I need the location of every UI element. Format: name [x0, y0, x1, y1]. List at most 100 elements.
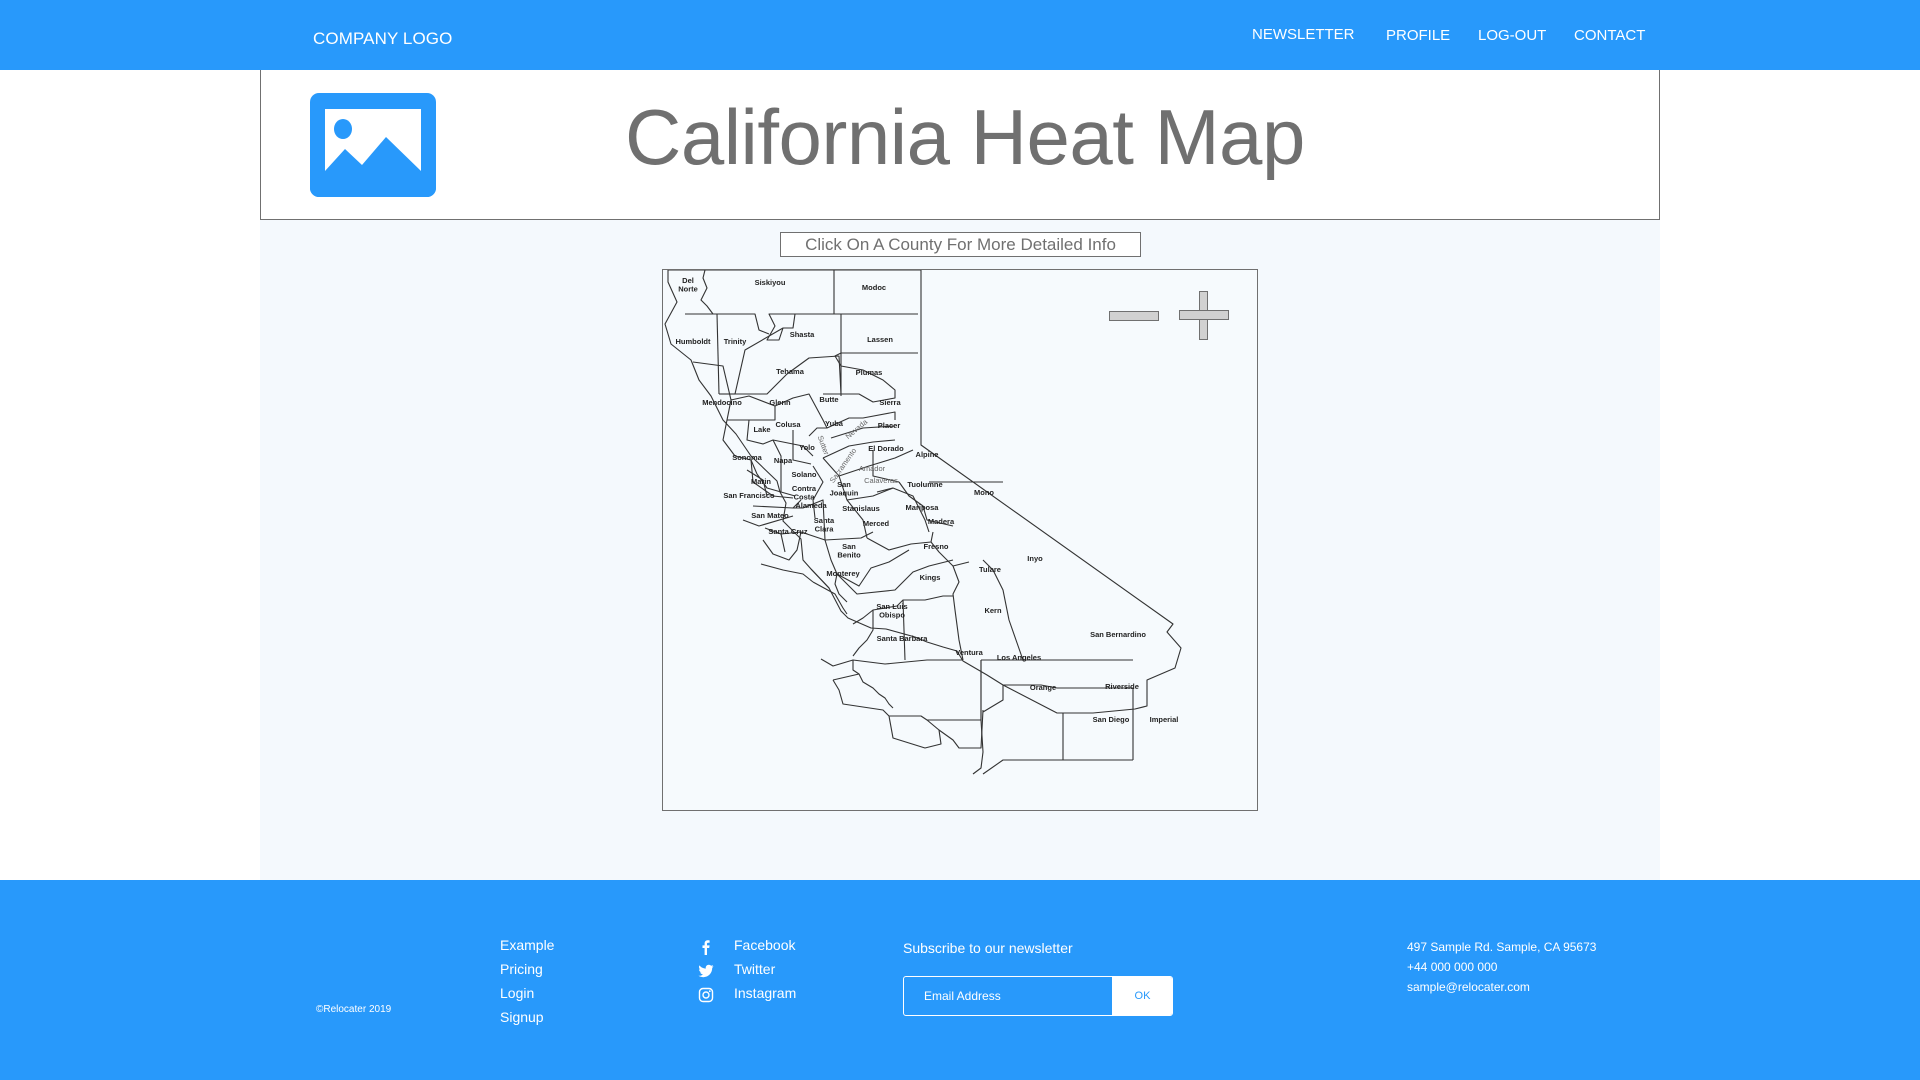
- county-label-tuolumne[interactable]: Tuolumne: [907, 480, 942, 489]
- county-label-lake[interactable]: Lake: [753, 425, 770, 434]
- county-label-santa-clara[interactable]: Santa Clara: [814, 516, 835, 534]
- county-border: [982, 685, 1004, 713]
- county-map-svg[interactable]: Del Norte Siskiyou Modoc Humboldt Trinity Shas…: [663, 270, 1258, 811]
- contact-phone: +44 000 000 000: [1407, 960, 1498, 974]
- county-label-santa-cruz[interactable]: Santa Cruz: [768, 527, 807, 536]
- county-label-sonoma[interactable]: Sonoma: [732, 453, 762, 462]
- footer-link-pricing[interactable]: Pricing: [500, 961, 543, 977]
- county-label-butte[interactable]: Butte: [819, 395, 838, 404]
- california-county-map[interactable]: Del Norte Siskiyou Modoc Humboldt Trinity Shas…: [662, 269, 1258, 811]
- county-label-contra-costa[interactable]: Contra Costa: [792, 484, 817, 502]
- footer-link-login[interactable]: Login: [500, 985, 534, 1001]
- county-label-alpine[interactable]: Alpine: [916, 450, 939, 459]
- county-label-sacramento[interactable]: Sacramento: [828, 446, 859, 484]
- county-label-calaveras[interactable]: Calaveras: [864, 476, 898, 485]
- county-label-yolo[interactable]: Yolo: [799, 443, 815, 452]
- county-label-mendocino[interactable]: Mendocino: [702, 398, 742, 407]
- zoom-in-button[interactable]: [1179, 291, 1229, 340]
- contact-address: 497 Sample Rd. Sample, CA 95673: [1407, 940, 1597, 954]
- zoom-out-button[interactable]: [1109, 311, 1159, 321]
- county-label-mariposa[interactable]: Mariposa: [906, 503, 940, 512]
- county-label-del-norte[interactable]: Del Norte: [678, 276, 698, 294]
- image-placeholder-icon: [310, 93, 436, 197]
- county-label-santa-barbara[interactable]: Santa Barbara: [877, 634, 929, 643]
- company-logo[interactable]: COMPANY LOGO: [313, 29, 452, 49]
- county-label-modoc[interactable]: Modoc: [862, 283, 886, 292]
- county-border: [820, 658, 963, 667]
- twitter-icon: [698, 964, 714, 978]
- plus-icon: [1179, 310, 1229, 320]
- county-border: [888, 715, 942, 749]
- county-border: [812, 581, 848, 615]
- county-label-san-mateo[interactable]: San Mateo: [751, 511, 789, 520]
- county-border: [824, 539, 910, 587]
- contact-email[interactable]: sample@relocater.com: [1407, 980, 1530, 994]
- county-border: [852, 610, 874, 657]
- county-border: [760, 563, 814, 583]
- county-label-fresno[interactable]: Fresno: [923, 542, 948, 551]
- county-label-siskiyou[interactable]: Siskiyou: [755, 278, 786, 287]
- county-label-san-benito[interactable]: San Benito: [837, 542, 861, 560]
- county-label-nevada[interactable]: Nevada: [844, 417, 870, 441]
- instagram-icon: [698, 987, 714, 1003]
- county-label-tehama[interactable]: Tehama: [776, 367, 805, 376]
- county-label-riverside[interactable]: Riverside: [1105, 682, 1139, 691]
- county-label-yuba[interactable]: Yuba: [825, 419, 844, 428]
- footer-link-example[interactable]: Example: [500, 937, 554, 953]
- county-label-shasta[interactable]: Shasta: [790, 330, 815, 339]
- county-label-san-luis-obispo[interactable]: San Luis Obispo: [876, 602, 907, 620]
- county-label-el-dorado[interactable]: El Dorado: [868, 444, 904, 453]
- twitter-label: Twitter: [734, 961, 776, 977]
- county-label-kings[interactable]: Kings: [920, 573, 941, 582]
- county-border: [834, 313, 918, 354]
- county-label-tulare[interactable]: Tulare: [979, 565, 1001, 574]
- county-label-placer[interactable]: Placer: [878, 421, 901, 430]
- county-label-napa[interactable]: Napa: [774, 456, 793, 465]
- county-label-colusa[interactable]: Colusa: [775, 420, 801, 429]
- newsletter-label: Subscribe to our newsletter: [903, 940, 1073, 956]
- county-label-humboldt[interactable]: Humboldt: [676, 337, 711, 346]
- county-label-san-francisco[interactable]: San Francisco: [723, 491, 775, 500]
- newsletter-submit-button[interactable]: OK: [1112, 977, 1172, 1015]
- county-border: [952, 565, 964, 661]
- county-label-kern[interactable]: Kern: [984, 606, 1002, 615]
- county-label-solano[interactable]: Solano: [791, 470, 816, 479]
- county-label-sierra[interactable]: Sierra: [879, 398, 901, 407]
- county-label-inyo[interactable]: Inyo: [1027, 554, 1043, 563]
- county-label-san-bernardino[interactable]: San Bernardino: [1090, 630, 1146, 639]
- county-border: [972, 660, 984, 775]
- instagram-label: Instagram: [734, 985, 797, 1001]
- county-label-plumas[interactable]: Plumas: [856, 368, 883, 377]
- county-label-glenn[interactable]: Glenn: [769, 398, 791, 407]
- county-border: [780, 533, 786, 553]
- county-label-trinity[interactable]: Trinity: [724, 337, 747, 346]
- nav-newsletter[interactable]: NEWSLETTER: [1252, 26, 1355, 43]
- county-label-madera[interactable]: Madera: [928, 517, 955, 526]
- county-border: [834, 352, 896, 403]
- top-nav-bar: COMPANY LOGO NEWSLETTER PROFILE LOG-OUT …: [0, 0, 1920, 70]
- county-label-mono[interactable]: Mono: [974, 488, 994, 497]
- nav-profile[interactable]: PROFILE: [1386, 27, 1450, 44]
- nav-contact[interactable]: CONTACT: [1574, 27, 1645, 44]
- county-label-orange[interactable]: Orange: [1030, 683, 1056, 692]
- county-label-lassen[interactable]: Lassen: [867, 335, 893, 344]
- county-label-los-angeles[interactable]: Los Angeles: [997, 653, 1041, 662]
- county-label-san-diego[interactable]: San Diego: [1093, 715, 1130, 724]
- county-label-sutter[interactable]: Sutter: [816, 434, 831, 456]
- county-border: [832, 679, 890, 717]
- county-info-hint-button[interactable]: Click On A County For More Detailed Info: [780, 232, 1141, 257]
- county-label-alameda[interactable]: Alameda: [795, 501, 827, 510]
- county-label-ventura[interactable]: Ventura: [955, 648, 983, 657]
- county-label-amador[interactable]: Amador: [859, 464, 886, 473]
- nav-log-out[interactable]: LOG-OUT: [1478, 27, 1546, 44]
- email-input[interactable]: [904, 977, 1112, 1015]
- footer-link-signup[interactable]: Signup: [500, 1009, 544, 1025]
- county-border: [889, 660, 982, 721]
- county-label-monterey[interactable]: Monterey: [826, 569, 860, 578]
- county-label-imperial[interactable]: Imperial: [1150, 715, 1179, 724]
- county-label-merced[interactable]: Merced: [863, 519, 890, 528]
- county-border: [716, 313, 720, 395]
- county-label-stanislaus[interactable]: Stanislaus: [842, 504, 880, 513]
- county-label-marin[interactable]: Marin: [751, 477, 771, 486]
- page-title: California Heat Map: [625, 93, 1305, 181]
